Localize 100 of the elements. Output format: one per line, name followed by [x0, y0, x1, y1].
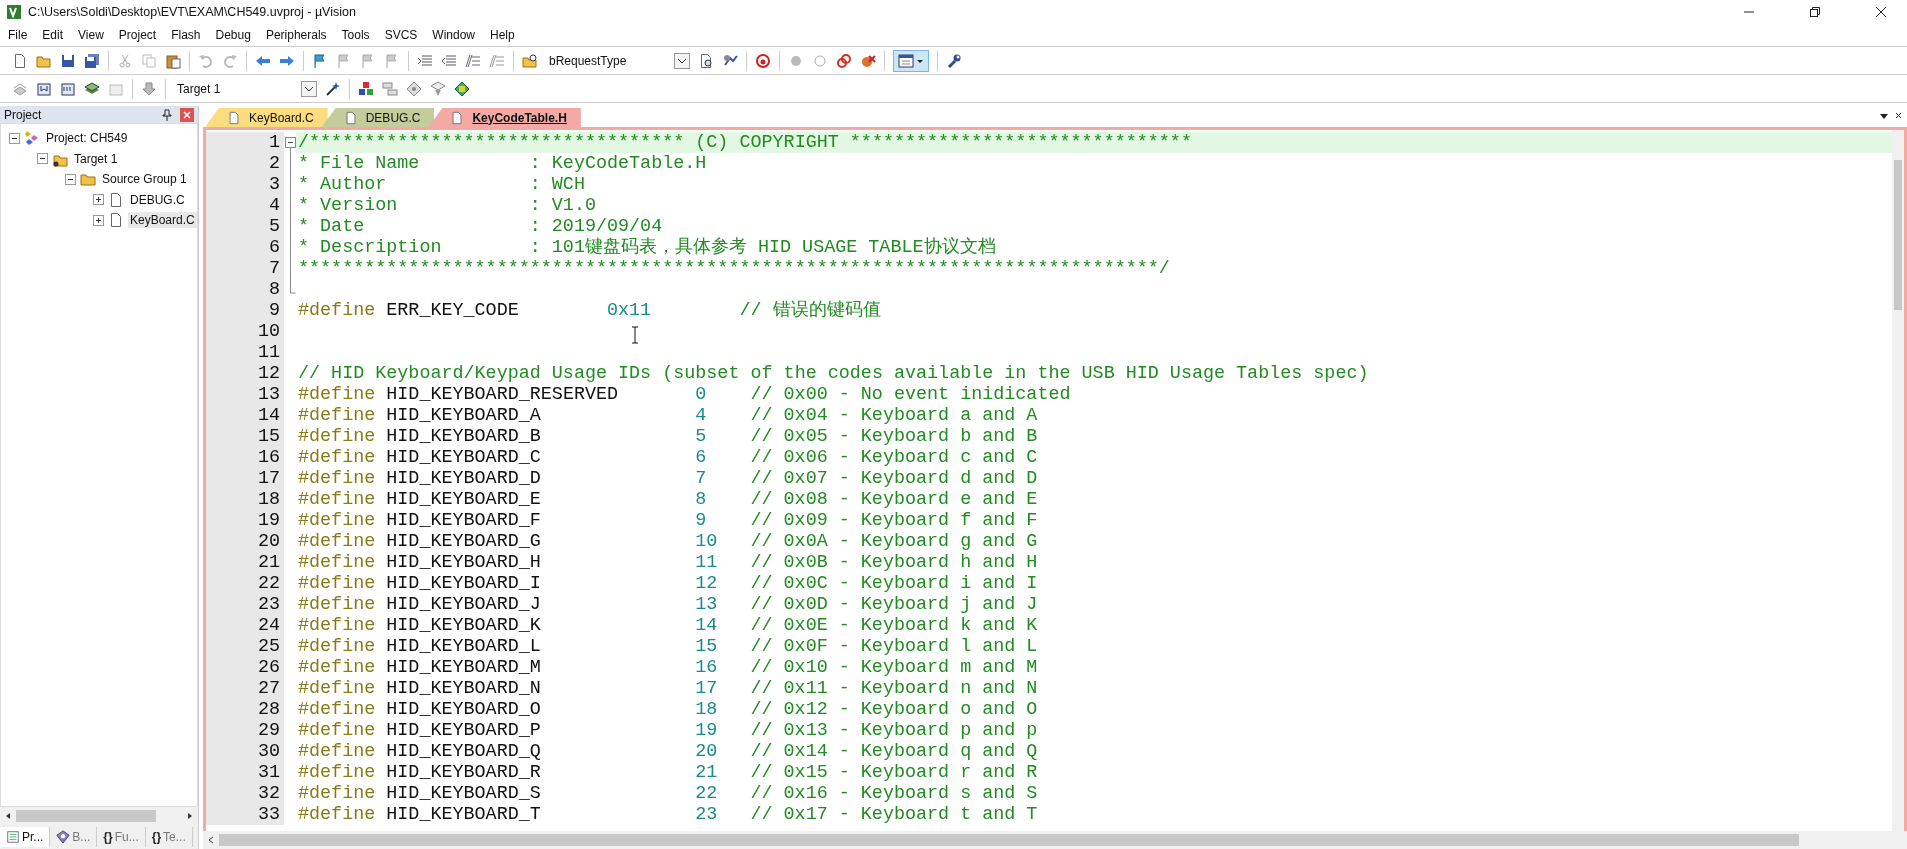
diamond-icon[interactable] — [406, 80, 422, 97]
expander-icon[interactable] — [93, 214, 104, 226]
expander-icon[interactable] — [93, 194, 104, 206]
menu-item[interactable]: Help — [490, 28, 515, 42]
panel-title: Project — [4, 107, 42, 122]
scroll-right-icon[interactable] — [186, 812, 194, 820]
macro-value: 22 — [695, 783, 718, 804]
unindent-icon[interactable] — [441, 52, 457, 69]
code-keyword: #define — [298, 720, 376, 741]
rebuild-icon[interactable] — [60, 80, 76, 97]
tree-item[interactable]: Source Group 1 — [100, 171, 189, 188]
target-options-icon[interactable] — [325, 80, 341, 97]
close-icon[interactable] — [1875, 6, 1887, 18]
save-all-icon[interactable] — [84, 52, 100, 69]
horizontal-scrollbar[interactable] — [203, 831, 1907, 849]
scroll-left-icon[interactable] — [207, 836, 215, 844]
menu-item[interactable]: Debug — [215, 28, 251, 42]
macro-value: 16 — [695, 657, 718, 678]
macro-value: 18 — [695, 699, 718, 720]
code-keyword: #define — [298, 405, 376, 426]
window-title: C:\Users\Soldi\Desktop\EVT\EXAM\CH549.uvproj - µVision — [28, 5, 356, 19]
bookmark-flag-icon[interactable] — [312, 52, 328, 69]
code-comment: // 0x13 - Keyboard p and p — [750, 720, 1038, 741]
menu-item[interactable]: File — [8, 28, 28, 42]
target-combo-box[interactable]: Target 1 — [174, 79, 317, 98]
code-comment: // 0x15 - Keyboard r and R — [750, 762, 1038, 783]
pack-installer-icon[interactable] — [430, 80, 446, 97]
code-comment: * Description : 101键盘码表，具体参考 HID USAGE TABLE协议文档 — [298, 237, 996, 258]
panel-tab[interactable]: B... — [50, 827, 98, 847]
find-in-files-icon[interactable] — [522, 52, 538, 69]
restore-icon[interactable] — [1809, 6, 1821, 18]
expander-icon[interactable] — [65, 173, 76, 185]
menu-item[interactable]: SVCS — [384, 28, 418, 42]
macro-name: HID_KEYBOARD_H — [386, 552, 541, 573]
tree-item[interactable]: Target 1 — [72, 150, 120, 167]
code-comment: // 0x0B - Keyboard h and H — [750, 552, 1038, 573]
tree-item[interactable]: DEBUG.C — [128, 191, 187, 208]
kill-breakpoints-icon[interactable] — [860, 52, 876, 69]
panel-tab[interactable]: Pr... — [0, 827, 51, 847]
build-icon[interactable] — [36, 80, 52, 97]
menu-item[interactable]: View — [78, 28, 104, 42]
code-comment: /********************************** (C) COPYRIGHT ******************************* — [298, 132, 1192, 153]
wrench-icon[interactable] — [946, 52, 962, 69]
indent-icon[interactable] — [417, 52, 433, 69]
scroll-left-icon[interactable] — [4, 812, 12, 820]
file-tab[interactable]: DEBUG.C — [321, 108, 435, 127]
new-file-icon[interactable] — [12, 52, 28, 69]
file-icon — [108, 212, 124, 229]
code-comment: // 0x10 - Keyboard m and M — [750, 657, 1038, 678]
debug-session-icon[interactable] — [755, 52, 771, 69]
tree-item[interactable]: KeyBoard.C — [128, 212, 197, 229]
find-icon[interactable] — [698, 52, 714, 69]
macro-name: HID_KEYBOARD_M — [386, 657, 541, 678]
line-number: 17 — [206, 468, 284, 489]
menu-item[interactable]: Edit — [42, 28, 64, 42]
uncomment-lines-icon[interactable] — [489, 52, 505, 69]
pack-select-icon[interactable] — [454, 80, 470, 97]
menu-item[interactable]: Flash — [171, 28, 201, 42]
file-tab[interactable]: KeyBoard.C — [205, 108, 328, 127]
code-comment: // 0x0C - Keyboard i and I — [750, 573, 1038, 594]
code-keyword: #define — [298, 804, 376, 825]
menu-item[interactable]: Project — [118, 28, 157, 42]
expander-icon[interactable] — [9, 132, 20, 144]
menu-item[interactable]: Tools — [341, 28, 370, 42]
panel-tab[interactable]: {} Te... — [145, 827, 193, 847]
menu-item[interactable]: Window — [432, 28, 475, 42]
environment-icon[interactable] — [382, 80, 398, 97]
paste-icon[interactable] — [165, 52, 181, 69]
find-combo-box[interactable]: bRequestType — [546, 51, 690, 70]
expander-icon[interactable] — [37, 153, 48, 165]
panel-tab[interactable]: {} Fu... — [97, 827, 146, 847]
comment-lines-icon[interactable] — [465, 52, 481, 69]
macro-value: 17 — [695, 678, 718, 699]
file-icon — [343, 110, 358, 125]
batch-build-icon[interactable] — [84, 80, 100, 97]
manage-components-icon[interactable] — [358, 80, 374, 97]
save-icon[interactable] — [60, 52, 76, 69]
vertical-scrollbar[interactable] — [1892, 130, 1904, 831]
code-keyword: #define — [298, 447, 376, 468]
line-number: 8 — [206, 279, 284, 300]
code-comment: * Author : WCH — [298, 174, 585, 195]
disable-breakpoints-icon[interactable] — [836, 52, 852, 69]
file-icon — [108, 191, 124, 208]
macro-name: HID_KEYBOARD_RESERVED — [386, 384, 619, 405]
pin-icon[interactable] — [162, 108, 172, 121]
macro-value: 20 — [695, 741, 718, 762]
file-tab[interactable]: KeyCodeTable.H — [428, 108, 581, 127]
close-icon[interactable] — [1895, 111, 1901, 121]
menu-item[interactable]: Peripherals — [265, 28, 327, 42]
code-keyword: #define — [298, 552, 376, 573]
macro-name: HID_KEYBOARD_T — [386, 804, 541, 825]
macro-name: HID_KEYBOARD_Q — [386, 741, 541, 762]
macro-value: 0x11 — [607, 300, 652, 321]
tab-list-icon[interactable] — [1879, 111, 1889, 121]
download-icon[interactable] — [141, 80, 157, 97]
line-number: 6 — [206, 237, 284, 258]
line-number: 13 — [206, 384, 284, 405]
windows-button[interactable] — [893, 49, 929, 72]
tree-item[interactable]: Project: CH549 — [44, 130, 130, 147]
horizontal-scrollbar[interactable] — [0, 807, 198, 825]
